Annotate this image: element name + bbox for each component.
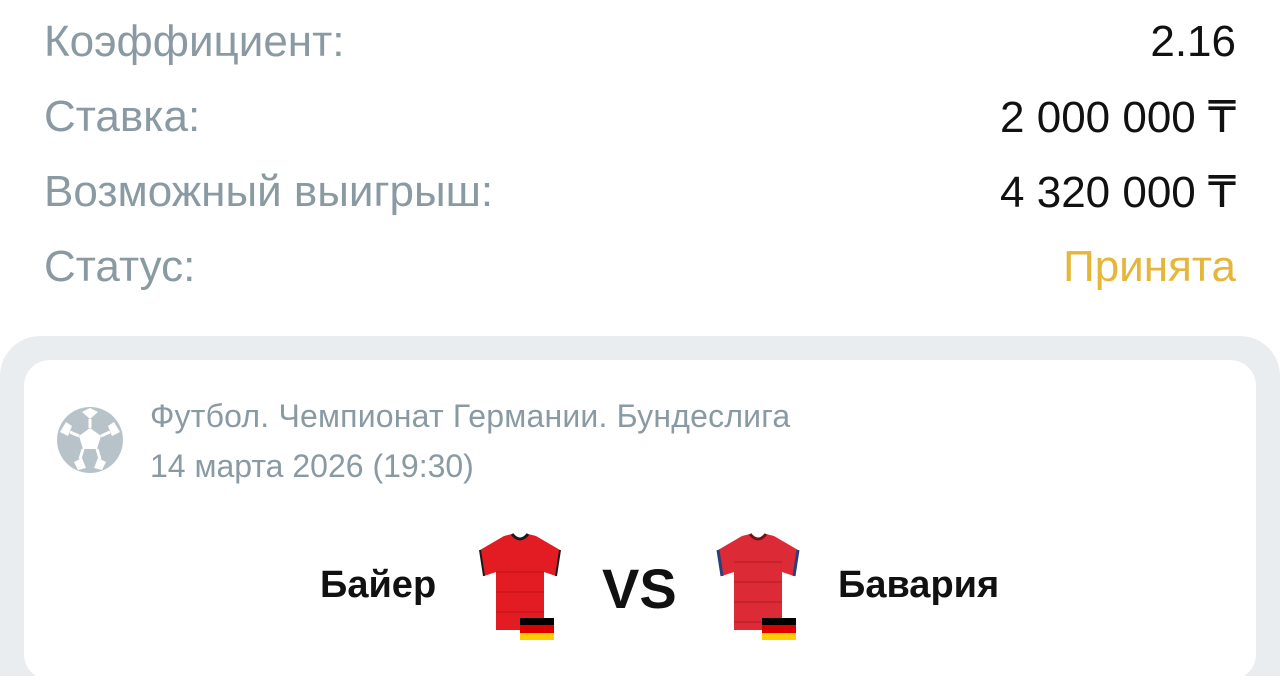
status-badge: Принята [1063, 242, 1236, 291]
home-jersey-icon [479, 533, 561, 630]
coefficient-value: 2.16 [1150, 17, 1236, 66]
vs-label: VS [602, 557, 677, 620]
league-name: Футбол. Чемпионат Германии. Бундеслига [150, 398, 791, 434]
status-label: Статус: [44, 242, 196, 291]
payout-value: 4 320 000 ₸ [1000, 167, 1236, 217]
away-team-name: Бавария [838, 564, 1000, 606]
payout-row: Возможный выигрыш: 4 320 000 ₸ [44, 162, 1236, 222]
status-row: Статус: Принята [44, 237, 1236, 297]
soccer-ball-icon [57, 407, 123, 473]
away-jersey-icon [716, 533, 800, 630]
coefficient-row: Коэффициент: 2.16 [44, 12, 1236, 72]
coefficient-label: Коэффициент: [44, 17, 345, 66]
home-team-name: Байер [320, 564, 437, 606]
payout-label: Возможный выигрыш: [44, 167, 494, 216]
stake-value: 2 000 000 ₸ [1000, 92, 1236, 142]
stake-label: Ставка: [44, 92, 201, 141]
germany-flag-icon [762, 618, 796, 640]
germany-flag-icon [520, 618, 554, 640]
stake-row: Ставка: 2 000 000 ₸ [44, 87, 1236, 147]
event-datetime: 14 марта 2026 (19:30) [150, 448, 474, 484]
